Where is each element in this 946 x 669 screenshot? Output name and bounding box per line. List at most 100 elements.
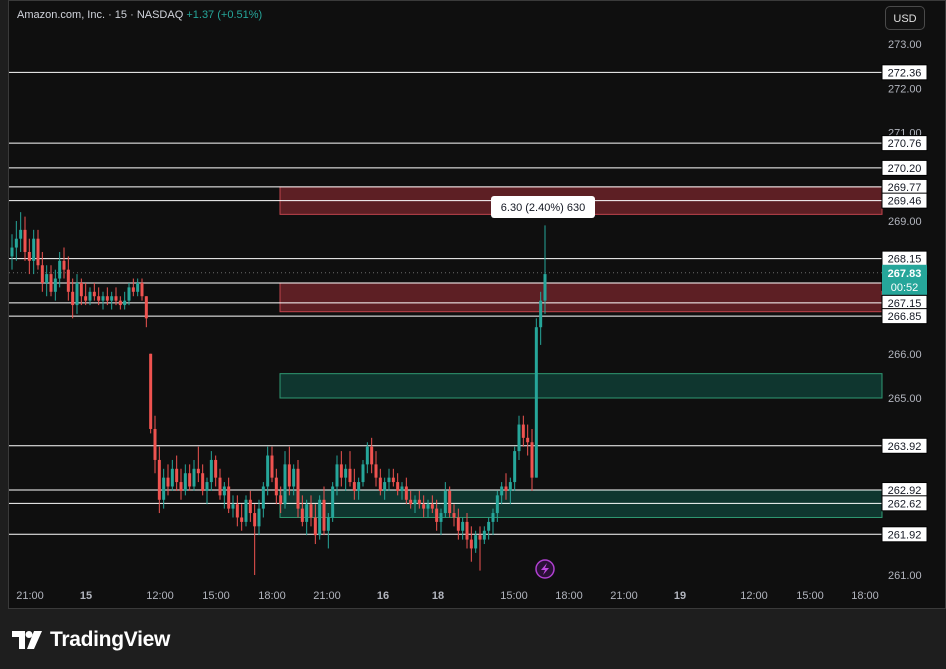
candle-body	[123, 300, 127, 306]
candle	[131, 278, 135, 297]
candle	[231, 495, 235, 518]
candle	[58, 251, 62, 288]
candle-body	[400, 486, 404, 491]
candle-body	[244, 499, 248, 522]
measure-tooltip: 6.30 (2.40%) 630	[491, 196, 595, 218]
candle-body	[248, 499, 252, 514]
candle-body	[261, 486, 265, 509]
time-axis: 21:00 15 12:00 15:00 18:00 21:00 16 18 15:00 18:0…	[16, 590, 879, 602]
candle	[530, 428, 534, 491]
candle	[521, 415, 525, 447]
candle-body	[357, 482, 361, 491]
candle	[287, 446, 291, 496]
candle-body	[235, 504, 239, 518]
candle	[162, 468, 166, 509]
candle-body	[75, 282, 79, 306]
candle-body	[374, 464, 378, 478]
candle-body	[209, 459, 213, 483]
candle-body	[118, 300, 122, 306]
candle-body	[500, 486, 504, 496]
candle-body	[32, 238, 36, 261]
candle	[201, 464, 205, 496]
line-price-label-text: 266.85	[888, 311, 922, 323]
candle-body	[240, 517, 244, 522]
candle	[235, 495, 239, 527]
candle-body	[253, 513, 257, 527]
candle	[101, 291, 105, 310]
candle	[45, 265, 49, 297]
x-tick-label: 18:00	[851, 590, 879, 602]
line-price-label-text: 263.92	[888, 441, 922, 453]
candle	[153, 415, 157, 474]
candle	[326, 513, 330, 549]
candle-body	[188, 473, 192, 487]
line-price-label-text: 262.92	[888, 485, 922, 497]
candle	[526, 424, 530, 456]
candlestick-chart[interactable]: 273.00272.00271.00269.00266.00265.00261.…	[0, 0, 946, 609]
candle-body	[105, 296, 109, 301]
candle-body	[183, 473, 187, 491]
x-tick-label: 15	[80, 590, 92, 602]
candle	[391, 468, 395, 487]
candle-body	[313, 517, 317, 536]
candle-body	[218, 477, 222, 496]
candle	[443, 482, 447, 518]
candle-body	[23, 229, 27, 252]
currency-button[interactable]: USD	[885, 6, 925, 30]
candle-body	[417, 499, 421, 505]
line-price-label-text: 268.15	[888, 254, 922, 266]
candle	[487, 517, 491, 540]
candle-body	[88, 291, 92, 301]
candle-body	[149, 353, 153, 429]
candle-body	[201, 473, 205, 491]
line-price-label-text: 261.92	[888, 529, 922, 541]
candle	[465, 513, 469, 549]
candle-body	[19, 229, 23, 239]
candle	[71, 278, 75, 319]
x-tick-label: 15:00	[796, 590, 824, 602]
price-change: +1.37 (+0.51%)	[186, 9, 263, 21]
candle	[283, 451, 287, 509]
candle-body	[279, 495, 283, 505]
candle-body	[131, 287, 135, 292]
candle-body	[305, 504, 309, 522]
candle-body	[14, 238, 18, 248]
candle	[244, 495, 248, 527]
symbol-info: Amazon.com, Inc. · 15 · NASDAQ +1.37 (+0…	[17, 9, 262, 21]
x-tick-label: 19	[674, 590, 686, 602]
candle-body	[127, 287, 131, 301]
candle-body	[387, 477, 391, 483]
candle-body	[482, 530, 486, 540]
candle-body	[435, 508, 439, 522]
candle-body	[58, 260, 62, 279]
candle-body	[36, 238, 40, 266]
footer: TradingView	[12, 628, 170, 652]
candle-body	[196, 468, 200, 474]
candle-body	[114, 296, 118, 301]
support-zone	[279, 373, 883, 399]
line-price-label: 262.62	[881, 495, 928, 512]
candle-body	[326, 517, 330, 531]
line-price-label: 270.20	[881, 159, 928, 176]
y-tick-label: 269.00	[888, 216, 922, 228]
candle-body	[409, 499, 413, 505]
candle-body	[270, 455, 274, 478]
candle	[240, 504, 244, 531]
candle	[140, 278, 144, 301]
candle-body	[274, 477, 278, 496]
line-price-label: 268.15	[881, 250, 928, 267]
candle	[270, 446, 274, 483]
candle-body	[101, 296, 105, 301]
line-price-label: 270.76	[881, 135, 928, 152]
candle	[170, 459, 174, 491]
candle	[253, 504, 257, 575]
candle-body	[521, 424, 525, 438]
candle	[478, 526, 482, 571]
x-tick-label: 18	[432, 590, 444, 602]
candle-body	[443, 490, 447, 514]
candle-body	[175, 468, 179, 483]
horizontal-lines-layer	[9, 71, 882, 535]
line-price-label: 262.92	[881, 482, 928, 499]
candle	[227, 477, 231, 514]
candle-body	[413, 499, 417, 505]
